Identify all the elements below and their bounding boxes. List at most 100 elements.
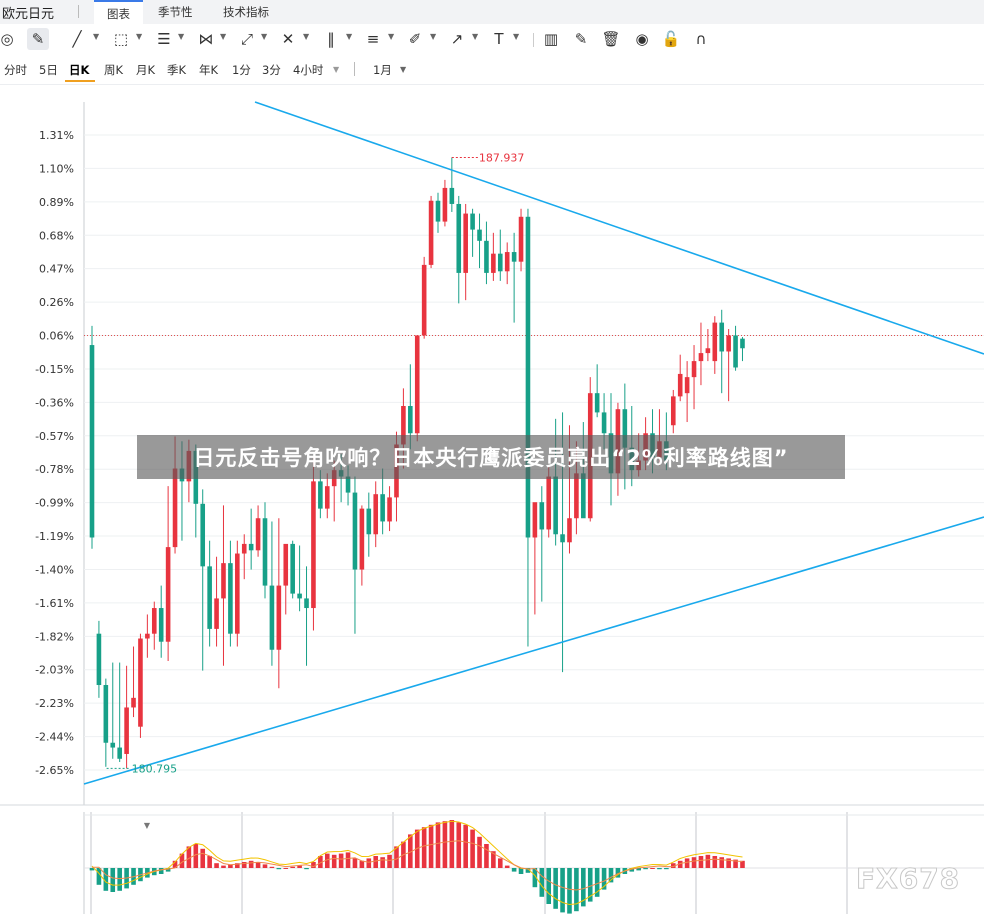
candle-body [532, 502, 538, 538]
candle-body [726, 335, 731, 352]
chevron-down-icon: ▼ [144, 821, 151, 830]
macd-bar [477, 836, 482, 868]
macd-bar [553, 868, 558, 909]
y-tick-label: 0.26% [39, 296, 74, 309]
macd-bar [262, 864, 268, 868]
candle-body [567, 518, 572, 543]
y-tick-label: -2.65% [35, 764, 74, 777]
lower-trendline [83, 516, 984, 785]
candle-body [560, 534, 565, 543]
candle-body [698, 353, 704, 362]
candle-body [235, 553, 240, 634]
candle-body [138, 638, 143, 727]
candle-body [497, 253, 503, 272]
macd-bar [207, 856, 212, 868]
macd-bar [435, 822, 441, 868]
y-tick-label: -0.15% [35, 363, 74, 376]
candle-body [684, 377, 690, 394]
candle-body [221, 563, 226, 599]
y-tick-label: -2.23% [35, 697, 74, 710]
macd-bar [359, 860, 365, 868]
high-price-label: 187.937 [479, 151, 524, 164]
macd-bar [497, 858, 503, 868]
y-tick-label: 0.89% [39, 196, 74, 209]
macd-bar [158, 868, 164, 874]
macd-bar [269, 866, 275, 868]
macd-bar [560, 868, 565, 913]
candle-body [103, 685, 109, 743]
candle-body [712, 322, 718, 362]
y-tick-label: -2.44% [35, 731, 74, 744]
candle-body [705, 348, 711, 354]
y-tick-label: 0.47% [39, 263, 74, 276]
candle-body [670, 396, 676, 426]
macd-bar [712, 856, 718, 868]
candle-body [124, 707, 129, 754]
candle-body [511, 252, 517, 262]
macd-bar [539, 868, 545, 897]
macd-bar [248, 860, 254, 868]
candle-body [304, 598, 309, 609]
candle-body [525, 216, 531, 538]
macd-bar [456, 822, 462, 868]
candle-body [200, 503, 206, 567]
y-tick-label: -0.36% [35, 396, 74, 409]
candle-body [518, 216, 524, 262]
candle-body [366, 508, 372, 535]
macd-bar [338, 853, 344, 868]
candle-body [733, 335, 738, 368]
macd-bar [470, 829, 475, 868]
y-tick-label: 0.68% [39, 229, 74, 242]
candle-body [262, 518, 268, 586]
macd-bar [283, 868, 289, 869]
candle-body [131, 697, 136, 708]
candle-body [470, 213, 475, 230]
macd-panel: ▼ [83, 812, 984, 914]
candle-body [387, 497, 392, 522]
candle-body [96, 633, 102, 686]
candle-body [228, 563, 233, 634]
macd-bar [290, 866, 295, 868]
candle-body [151, 608, 157, 634]
macd-bar [276, 868, 282, 870]
candle-body [463, 213, 468, 273]
y-tick-label: -0.57% [35, 430, 74, 443]
y-tick-label: -1.19% [35, 530, 74, 543]
candle-body [352, 492, 358, 570]
candle-body [117, 747, 122, 759]
y-tick-label: 1.31% [39, 129, 74, 142]
macd-bar [331, 854, 337, 868]
candle-body [553, 476, 558, 535]
candle-body [359, 508, 365, 570]
macd-bar [421, 827, 427, 868]
candle-body [491, 253, 496, 273]
macd-bar [380, 857, 385, 868]
candle-body [691, 361, 697, 378]
candle-body [442, 187, 448, 222]
candle-body [456, 203, 462, 273]
y-tick-label: -2.03% [35, 664, 74, 677]
macd-bar [504, 865, 510, 868]
candle-body [318, 481, 323, 509]
y-tick-label: 1.10% [39, 162, 74, 175]
macd-bar [352, 858, 358, 868]
candle-body [297, 593, 302, 599]
macd-bar [304, 868, 309, 870]
candle-body [428, 200, 434, 265]
candle-body [373, 494, 379, 535]
macd-bar [345, 852, 351, 868]
candle-body [719, 322, 725, 352]
candle-body [165, 547, 171, 642]
macd-bar [567, 868, 572, 914]
macd-bar [698, 856, 704, 868]
macd-bar [200, 848, 206, 868]
macd-bar [463, 824, 468, 868]
candle-body [89, 345, 95, 538]
macd-bar [657, 868, 662, 870]
candle-body [207, 566, 212, 629]
macd-bar [255, 862, 261, 868]
macd-bar [484, 844, 489, 868]
candle-body [255, 518, 261, 551]
candle-body [414, 335, 420, 434]
candle-body [477, 229, 482, 241]
